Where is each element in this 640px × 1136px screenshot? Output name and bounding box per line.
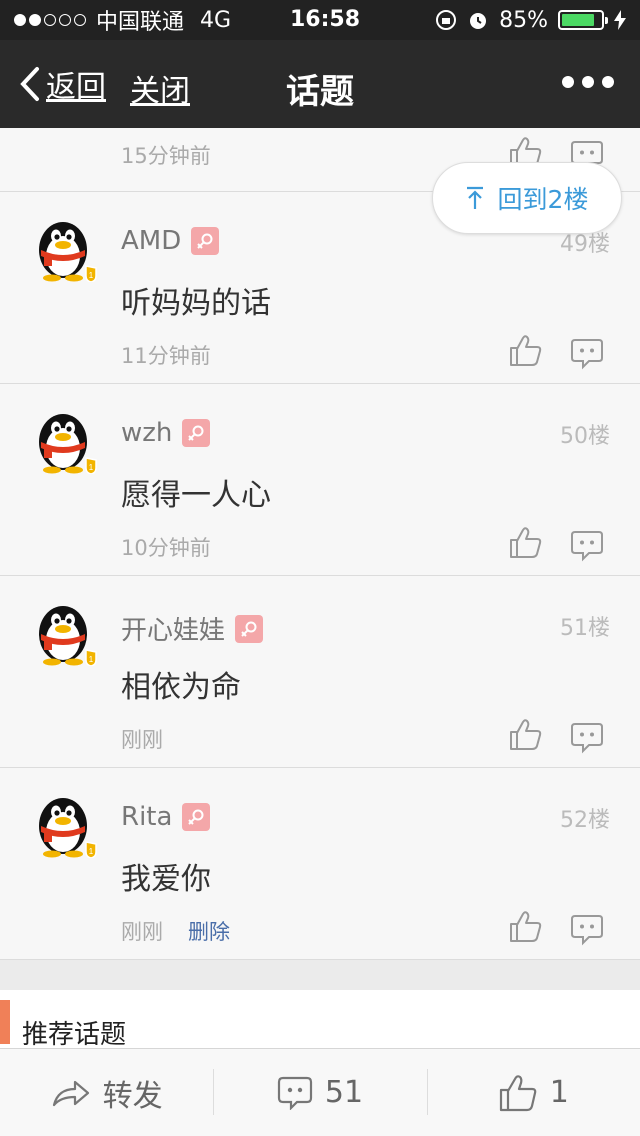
recommend-title: 推荐话题 — [22, 1020, 127, 1050]
more-options-button[interactable] — [562, 76, 614, 88]
section-divider — [0, 960, 640, 990]
comment-time: 11分钟前 — [121, 344, 211, 368]
comment-item: 1 Rita 52楼 我爱你 刚刚 删除 — [0, 768, 640, 960]
alarm-icon — [470, 13, 487, 29]
back-to-floor-button[interactable]: 回到2楼 — [432, 162, 622, 234]
comment-content: 我爱你 — [121, 862, 211, 897]
forward-button[interactable]: 转发 — [0, 1049, 213, 1136]
username-row: AMD — [121, 226, 220, 256]
like-count: 1 — [549, 1075, 569, 1110]
nav-bar: 返回 关闭 话题 — [0, 40, 640, 128]
svg-text:1: 1 — [89, 463, 94, 472]
female-gender-icon — [182, 419, 211, 447]
username-row: 开心娃娃 — [121, 610, 264, 647]
comment-item: 1 wzh 50楼 愿得一人心 10分钟前 — [0, 384, 640, 576]
close-button[interactable]: 关闭 — [130, 66, 190, 110]
avatar[interactable]: 1 — [30, 788, 100, 859]
floor-number: 50楼 — [560, 424, 610, 449]
username[interactable]: Rita — [121, 802, 172, 832]
username[interactable]: 开心娃娃 — [121, 610, 225, 647]
comment-bubble-icon[interactable] — [570, 338, 604, 374]
thumbs-up-icon[interactable] — [508, 334, 542, 372]
username-row: Rita — [121, 802, 211, 832]
arrow-up-icon — [466, 186, 483, 209]
forward-label: 转发 — [102, 1078, 163, 1114]
username-row: wzh — [121, 418, 211, 448]
status-bar: 中国联通 4G 16:58 85% — [0, 0, 640, 40]
rotation-lock-icon — [436, 10, 457, 30]
thumbs-up-icon[interactable] — [508, 526, 542, 564]
svg-text:1: 1 — [89, 655, 94, 664]
back-to-floor-label: 回到2楼 — [497, 185, 589, 214]
comment-time: 刚刚 — [121, 920, 163, 944]
floor-number: 52楼 — [560, 808, 610, 833]
comment-content: 听妈妈的话 — [121, 286, 271, 321]
recommend-section: 推荐话题 — [0, 990, 640, 1050]
comment-time: 10分钟前 — [121, 536, 211, 560]
section-accent-bar — [0, 1000, 10, 1044]
status-time: 16:58 — [290, 7, 361, 32]
carrier-name: 中国联通 — [96, 10, 185, 35]
comment-bubble-icon — [277, 1076, 312, 1110]
comment-bubble-icon[interactable] — [570, 914, 604, 950]
comment-time: 刚刚 — [121, 728, 163, 752]
chevron-left-icon — [20, 67, 39, 101]
signal-strength-icon — [14, 14, 86, 26]
share-arrow-icon — [52, 1080, 89, 1106]
comment-list: 15分钟前 1 AMD 49楼 听妈妈的话 11分钟前 1 wzh 50楼 愿得… — [0, 128, 640, 960]
svg-text:1: 1 — [89, 271, 94, 280]
comment-time: 15分钟前 — [121, 144, 211, 168]
avatar[interactable]: 1 — [30, 596, 100, 667]
delete-link[interactable]: 删除 — [188, 916, 230, 946]
username[interactable]: wzh — [121, 418, 172, 448]
charging-icon — [614, 10, 626, 30]
back-button[interactable]: 返回 — [20, 62, 106, 106]
svg-text:1: 1 — [89, 847, 94, 856]
comment-bubble-icon[interactable] — [570, 530, 604, 566]
back-label: 返回 — [46, 70, 106, 105]
comment-item: 1 开心娃娃 51楼 相依为命 刚刚 — [0, 576, 640, 768]
female-gender-icon — [182, 803, 211, 831]
thumbs-up-icon[interactable] — [508, 718, 542, 756]
thumbs-up-icon[interactable] — [508, 910, 542, 948]
network-type: 4G — [200, 7, 232, 33]
avatar[interactable]: 1 — [30, 404, 100, 475]
female-gender-icon — [191, 227, 220, 255]
thumbs-up-icon — [499, 1074, 537, 1111]
comment-content: 愿得一人心 — [121, 478, 271, 513]
like-button[interactable]: 1 — [426, 1049, 640, 1136]
battery-percent: 85% — [499, 7, 548, 33]
floor-number: 51楼 — [560, 616, 610, 641]
comment-count: 51 — [324, 1075, 364, 1110]
bottom-toolbar: 转发 51 1 — [0, 1048, 640, 1136]
comment-bubble-icon[interactable] — [570, 722, 604, 758]
comment-content: 相依为命 — [121, 670, 241, 705]
avatar[interactable]: 1 — [30, 212, 100, 283]
username[interactable]: AMD — [121, 226, 181, 256]
female-gender-icon — [235, 614, 264, 643]
comment-button[interactable]: 51 — [213, 1049, 426, 1136]
battery-icon — [558, 10, 608, 30]
